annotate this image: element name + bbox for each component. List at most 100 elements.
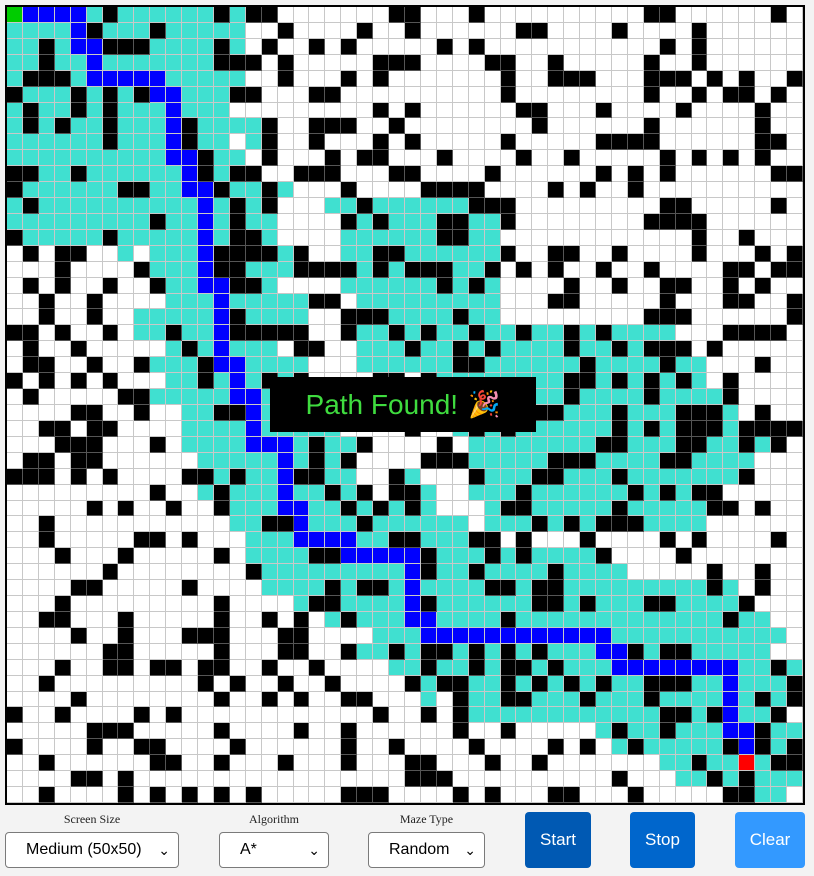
grid-cell[interactable] (229, 150, 246, 167)
grid-cell[interactable] (771, 739, 788, 756)
grid-cell[interactable] (341, 325, 358, 342)
grid-cell[interactable] (532, 102, 549, 119)
grid-cell[interactable] (739, 659, 756, 676)
grid-cell[interactable] (532, 771, 549, 788)
grid-cell[interactable] (452, 675, 469, 692)
grid-cell[interactable] (436, 771, 453, 788)
grid-cell[interactable] (293, 7, 310, 23)
grid-cell[interactable] (436, 500, 453, 517)
grid-cell[interactable] (150, 564, 167, 581)
grid-cell[interactable] (707, 198, 724, 214)
grid-cell[interactable] (468, 245, 485, 262)
grid-cell[interactable] (293, 739, 310, 756)
grid-cell[interactable] (691, 389, 708, 405)
grid-cell[interactable] (325, 277, 342, 294)
grid-cell[interactable] (182, 532, 199, 549)
grid-cell[interactable] (102, 596, 119, 612)
grid-cell[interactable] (516, 739, 533, 756)
grid-cell[interactable] (691, 436, 708, 453)
grid-cell[interactable] (277, 755, 294, 772)
grid-cell[interactable] (500, 516, 517, 533)
grid-cell[interactable] (245, 70, 262, 87)
grid-cell[interactable] (325, 38, 342, 55)
grid-cell[interactable] (436, 102, 453, 119)
grid-cell[interactable] (739, 755, 756, 772)
grid-cell[interactable] (38, 229, 55, 246)
algorithm-select[interactable]: A* ⌄ (219, 832, 329, 868)
grid-cell[interactable] (596, 659, 612, 676)
grid-cell[interactable] (229, 166, 246, 183)
grid-cell[interactable] (245, 484, 262, 501)
grid-cell[interactable] (261, 755, 278, 772)
grid-cell[interactable] (532, 659, 549, 676)
grid-cell[interactable] (691, 516, 708, 533)
grid-cell[interactable] (675, 341, 692, 358)
grid-cell[interactable] (102, 373, 119, 390)
grid-cell[interactable] (277, 245, 294, 262)
grid-cell[interactable] (596, 675, 612, 692)
grid-cell[interactable] (723, 341, 740, 358)
grid-cell[interactable] (516, 580, 533, 597)
grid-cell[interactable] (198, 548, 214, 565)
grid-cell[interactable] (675, 739, 692, 756)
grid-cell[interactable] (150, 500, 167, 517)
grid-cell[interactable] (548, 150, 565, 167)
grid-cell[interactable] (166, 452, 183, 469)
grid-cell[interactable] (54, 580, 71, 597)
grid-cell[interactable] (787, 484, 803, 501)
grid-cell[interactable] (389, 182, 405, 199)
grid-cell[interactable] (452, 229, 469, 246)
grid-cell[interactable] (7, 229, 23, 246)
grid-cell[interactable] (229, 659, 246, 676)
grid-cell[interactable] (198, 309, 214, 326)
grid-cell[interactable] (739, 229, 756, 246)
grid-cell[interactable] (198, 134, 214, 151)
grid-cell[interactable] (309, 787, 326, 803)
grid-cell[interactable] (659, 564, 676, 581)
grid-cell[interactable] (198, 357, 214, 374)
grid-cell[interactable] (771, 484, 788, 501)
grid-cell[interactable] (341, 38, 358, 55)
grid-cell[interactable] (182, 182, 199, 199)
grid-cell[interactable] (389, 341, 405, 358)
grid-cell[interactable] (198, 38, 214, 55)
grid-cell[interactable] (771, 277, 788, 294)
grid-cell[interactable] (389, 118, 405, 135)
grid-cell[interactable] (22, 261, 39, 278)
grid-cell[interactable] (325, 7, 342, 23)
grid-cell[interactable] (723, 484, 740, 501)
grid-cell[interactable] (723, 22, 740, 39)
grid-cell[interactable] (389, 309, 405, 326)
grid-cell[interactable] (357, 564, 374, 581)
grid-cell[interactable] (309, 691, 326, 708)
grid-cell[interactable] (134, 484, 151, 501)
grid-cell[interactable] (229, 484, 246, 501)
grid-cell[interactable] (22, 22, 39, 39)
grid-cell[interactable] (420, 755, 437, 772)
grid-cell[interactable] (420, 580, 437, 597)
grid-cell[interactable] (54, 627, 71, 644)
grid-cell[interactable] (659, 420, 676, 437)
grid-cell[interactable] (373, 771, 390, 788)
grid-cell[interactable] (723, 261, 740, 278)
grid-cell[interactable] (436, 309, 453, 326)
grid-cell[interactable] (22, 627, 39, 644)
grid-cell[interactable] (468, 691, 485, 708)
grid-cell[interactable] (707, 787, 724, 803)
grid-cell[interactable] (70, 261, 87, 278)
grid-cell[interactable] (516, 611, 533, 628)
grid-cell[interactable] (627, 309, 644, 326)
grid-cell[interactable] (357, 150, 374, 167)
grid-cell[interactable] (293, 468, 310, 485)
grid-cell[interactable] (675, 643, 692, 660)
grid-cell[interactable] (611, 373, 628, 390)
grid-cell[interactable] (723, 150, 740, 167)
grid-cell[interactable] (118, 293, 135, 310)
grid-cell[interactable] (643, 134, 660, 151)
grid-cell[interactable] (564, 468, 581, 485)
grid-cell[interactable] (198, 643, 214, 660)
grid-cell[interactable] (277, 134, 294, 151)
grid-cell[interactable] (643, 659, 660, 676)
grid-cell[interactable] (755, 182, 772, 199)
grid-cell[interactable] (787, 150, 803, 167)
